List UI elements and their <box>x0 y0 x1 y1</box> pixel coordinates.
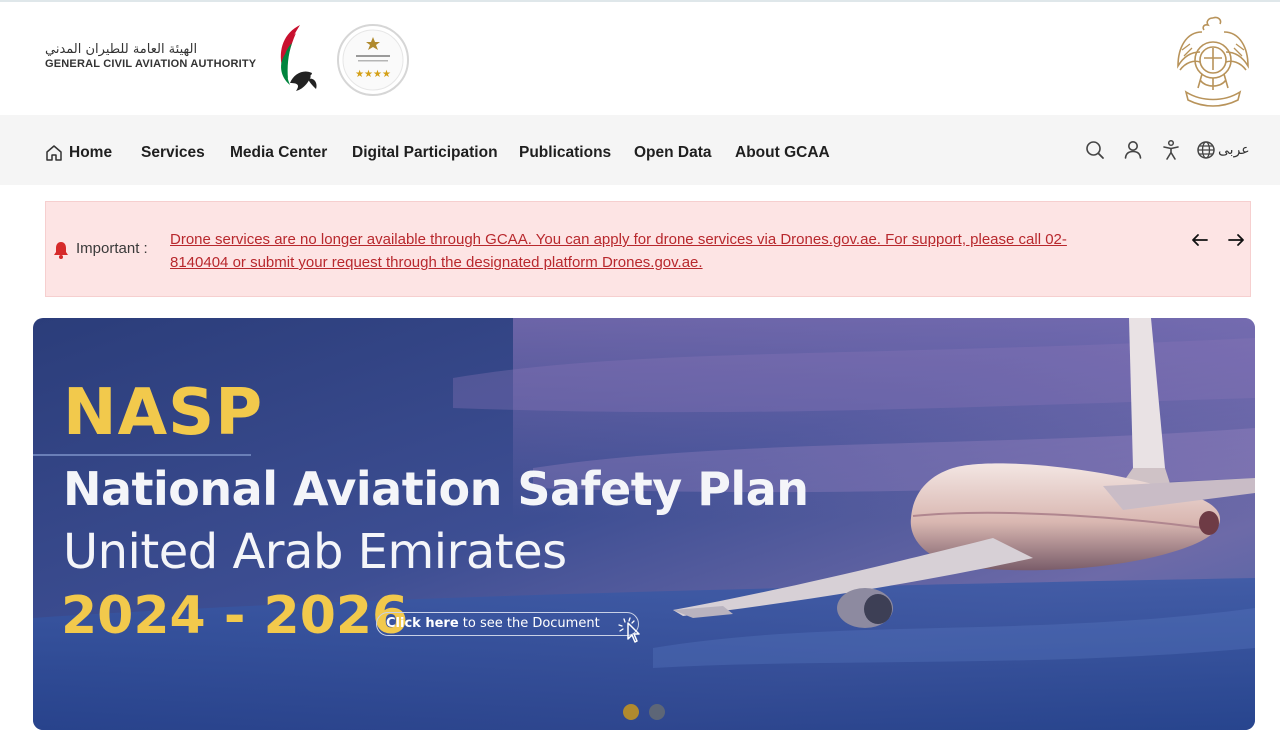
banner-subtitle: United Arab Emirates <box>63 524 567 580</box>
important-notice-bar: Important : Drone services are no longer… <box>45 201 1251 297</box>
gcaa-logo[interactable]: الهيئة العامة للطيران المدني GENERAL CIV… <box>45 20 410 100</box>
arrow-left-icon[interactable] <box>1189 229 1211 251</box>
banner-years: 2024 - 2026 <box>61 586 409 646</box>
carousel-dot-2[interactable] <box>649 704 665 720</box>
cta-bold-text: Click here <box>386 616 459 631</box>
uae-emblem-icon <box>1177 16 1249 107</box>
site-header: الهيئة العامة للطيران المدني GENERAL CIV… <box>0 2 1280 115</box>
banner-acronym: NASP <box>63 376 264 450</box>
user-icon[interactable] <box>1122 139 1144 161</box>
nav-item-home[interactable]: Home <box>45 144 112 162</box>
language-toggle[interactable]: عربى <box>1218 142 1250 158</box>
main-navigation: Home Services Media Center Digital Parti… <box>0 115 1280 185</box>
banner-divider <box>33 454 251 456</box>
nav-item-about-gcaa[interactable]: About GCAA <box>735 144 830 162</box>
logo-arabic-name: الهيئة العامة للطيران المدني <box>45 42 198 57</box>
star-rating-badge-icon: ★★★★ <box>337 24 410 96</box>
banner-title: National Aviation Safety Plan <box>63 462 809 516</box>
svg-text:★★★★: ★★★★ <box>355 69 391 80</box>
globe-icon[interactable] <box>1195 139 1217 161</box>
carousel-dot-1[interactable] <box>623 704 639 720</box>
falcon-logo-icon <box>281 25 317 91</box>
arrow-right-icon[interactable] <box>1225 229 1247 251</box>
nav-item-open-data[interactable]: Open Data <box>634 144 712 162</box>
nav-item-publications[interactable]: Publications <box>519 144 611 162</box>
logo-text: الهيئة العامة للطيران المدني GENERAL CIV… <box>45 42 256 70</box>
home-icon <box>46 145 62 161</box>
cta-text: to see the Document <box>458 616 600 631</box>
nav-item-home-label: Home <box>69 144 113 161</box>
view-document-button[interactable]: Click here to see the Document <box>376 612 639 636</box>
notice-label: Important : <box>76 240 148 257</box>
nav-item-media-center[interactable]: Media Center <box>230 144 327 162</box>
nav-item-digital-participation[interactable]: Digital Participation <box>352 144 498 162</box>
hero-banner-nasp[interactable]: NASP National Aviation Safety Plan Unite… <box>33 318 1255 730</box>
notice-message-link[interactable]: Drone services are no longer available t… <box>170 228 1090 274</box>
logo-english-name: GENERAL CIVIL AVIATION AUTHORITY <box>45 58 257 70</box>
pointer-cursor-icon <box>618 617 640 643</box>
nav-item-services[interactable]: Services <box>141 144 205 162</box>
accessibility-icon[interactable] <box>1160 139 1182 161</box>
bell-icon <box>54 242 68 259</box>
search-icon[interactable] <box>1084 139 1106 161</box>
